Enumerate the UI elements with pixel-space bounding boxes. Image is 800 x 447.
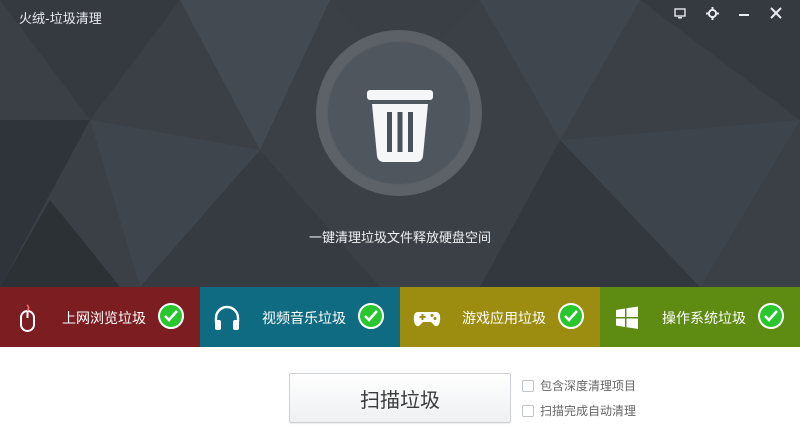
hero-hint: 一键清理垃圾文件释放硬盘空间 bbox=[308, 231, 491, 246]
check-icon[interactable] bbox=[358, 303, 384, 329]
action-area: 扫描垃圾 包含深度清理项目 扫描完成自动清理 bbox=[0, 347, 800, 447]
headphones-icon bbox=[214, 305, 240, 330]
option-label: 包含深度清理项目 bbox=[540, 379, 637, 393]
category-tiles: 上网浏览垃圾 视频音乐垃圾 游戏应用垃圾 操作系统垃圾 bbox=[0, 287, 800, 347]
check-icon[interactable] bbox=[558, 303, 584, 329]
window-controls bbox=[670, 4, 786, 22]
minimize-icon[interactable] bbox=[734, 5, 754, 21]
option-label: 扫描完成自动清理 bbox=[540, 404, 637, 418]
app-window: 火绒-垃圾清理 一键清理垃圾文件释放硬盘空间 上网浏览垃圾 视频音乐垃圾 游戏应… bbox=[0, 0, 800, 447]
check-icon[interactable] bbox=[758, 303, 784, 329]
option-deep-clean[interactable]: 包含深度清理项目 bbox=[522, 377, 636, 394]
window-title: 火绒-垃圾清理 bbox=[19, 12, 102, 27]
tile-label: 视频音乐垃圾 bbox=[262, 311, 346, 327]
tile-label: 操作系统垃圾 bbox=[662, 311, 746, 327]
gear-icon[interactable] bbox=[702, 5, 722, 21]
tile-web-junk[interactable]: 上网浏览垃圾 bbox=[0, 287, 200, 347]
monitor-icon[interactable] bbox=[670, 5, 690, 21]
tile-label: 上网浏览垃圾 bbox=[62, 311, 146, 327]
close-icon[interactable] bbox=[766, 5, 786, 21]
tile-media-junk[interactable]: 视频音乐垃圾 bbox=[200, 287, 400, 347]
scan-button[interactable]: 扫描垃圾 bbox=[289, 373, 511, 423]
windows-icon bbox=[616, 306, 638, 329]
gamepad-icon bbox=[413, 312, 441, 327]
mouse-icon bbox=[20, 304, 35, 332]
option-auto-clean[interactable]: 扫描完成自动清理 bbox=[522, 402, 636, 419]
tile-system-junk[interactable]: 操作系统垃圾 bbox=[600, 287, 800, 347]
trash-icon bbox=[367, 90, 433, 162]
hero-panel: 火绒-垃圾清理 一键清理垃圾文件释放硬盘空间 bbox=[0, 0, 800, 287]
checkbox[interactable] bbox=[522, 404, 534, 417]
check-icon[interactable] bbox=[158, 303, 184, 329]
tile-label: 游戏应用垃圾 bbox=[462, 311, 546, 327]
checkbox[interactable] bbox=[522, 379, 534, 392]
tile-game-junk[interactable]: 游戏应用垃圾 bbox=[400, 287, 600, 347]
